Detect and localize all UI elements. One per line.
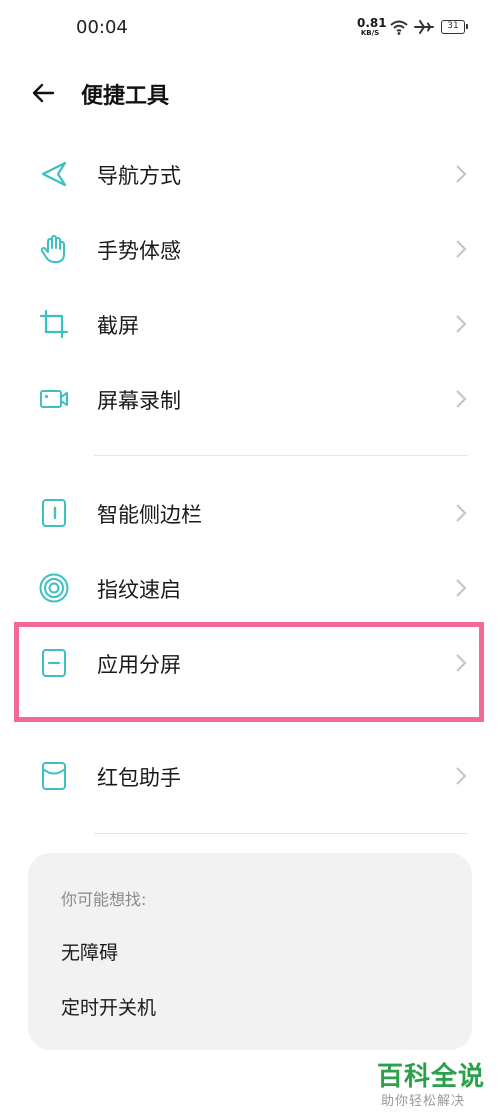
- watermark-slogan: 助你轻松解决: [381, 1094, 466, 1109]
- navigation-icon: [41, 161, 67, 187]
- menu-item-label: 红包助手: [97, 766, 181, 790]
- menu-item-screen-record[interactable]: 屏幕录制: [0, 363, 500, 435]
- chevron-right-icon: [456, 240, 467, 258]
- menu-item-label: 导航方式: [97, 164, 181, 188]
- menu-item-red-packet[interactable]: 红包助手: [0, 740, 500, 812]
- chevron-right-icon: [456, 315, 467, 333]
- menu-item-smart-sidebar[interactable]: 智能侧边栏: [0, 477, 500, 549]
- chevron-right-icon: [456, 165, 467, 183]
- page-title: 便捷工具: [81, 84, 170, 109]
- status-time: 00:04: [76, 17, 128, 38]
- hand-gesture-icon: [40, 235, 65, 263]
- network-speed-value: 0.81: [357, 16, 387, 30]
- menu-item-label: 截屏: [97, 314, 139, 338]
- chevron-right-icon: [456, 504, 467, 522]
- airplane-mode-icon: [414, 20, 434, 34]
- chevron-right-icon: [456, 390, 467, 408]
- menu-item-navigation[interactable]: 导航方式: [0, 138, 500, 210]
- watermark-logo-text: 百科全说: [377, 1062, 486, 1092]
- status-bar: 00:04 0.81 KB/S 31: [0, 0, 500, 56]
- section-divider: [94, 455, 468, 456]
- menu-item-gesture[interactable]: 手势体感: [0, 213, 500, 285]
- section-divider: [94, 833, 468, 834]
- battery-icon: 31: [441, 20, 468, 34]
- suggestion-link-scheduled-power[interactable]: 定时开关机: [61, 993, 156, 1020]
- menu-item-label: 屏幕录制: [97, 389, 181, 413]
- app-header: 便捷工具: [0, 66, 500, 122]
- fingerprint-icon: [39, 573, 69, 603]
- menu-item-screenshot[interactable]: 截屏: [0, 288, 500, 360]
- menu-item-fingerprint-launch[interactable]: 指纹速启: [0, 552, 500, 624]
- crop-icon: [39, 309, 69, 339]
- sidebar-icon: [42, 499, 66, 527]
- red-packet-icon: [42, 762, 66, 790]
- menu-item-label: 指纹速启: [97, 578, 181, 602]
- highlight-box: [14, 622, 484, 722]
- network-speed: 0.81 KB/S: [357, 16, 387, 37]
- suggestion-link-accessibility[interactable]: 无障碍: [61, 938, 118, 965]
- wifi-icon: [390, 20, 408, 35]
- menu-item-label: 手势体感: [97, 239, 181, 263]
- network-speed-unit: KB/S: [360, 29, 380, 37]
- menu-item-label: 智能侧边栏: [97, 503, 202, 527]
- chevron-right-icon: [456, 767, 467, 785]
- screen-record-icon: [40, 390, 68, 408]
- suggestions-card: 你可能想找: 无障碍 定时开关机: [28, 853, 472, 1050]
- chevron-right-icon: [456, 579, 467, 597]
- back-arrow-icon[interactable]: [30, 80, 56, 106]
- suggestions-heading: 你可能想找:: [61, 890, 147, 909]
